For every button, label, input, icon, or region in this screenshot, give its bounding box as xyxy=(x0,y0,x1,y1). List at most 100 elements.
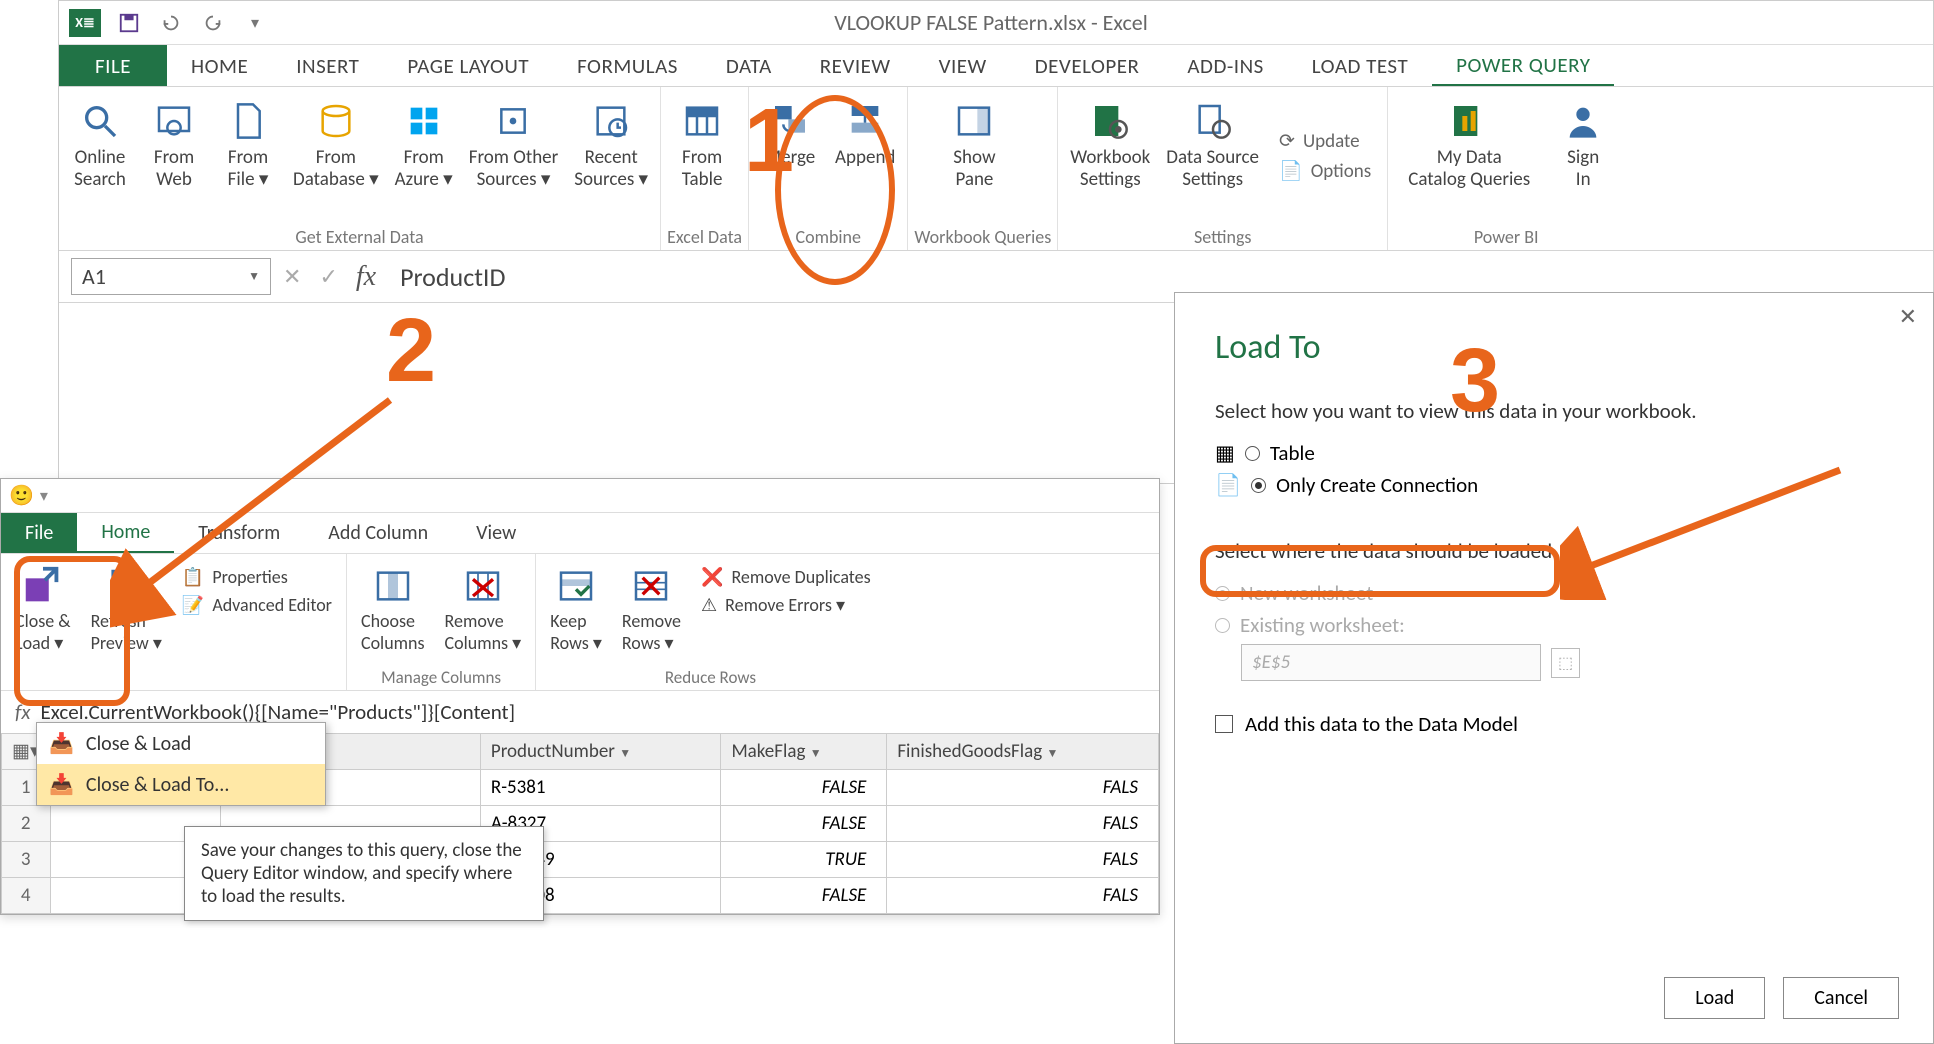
close-icon[interactable]: ✕ xyxy=(1899,303,1917,330)
tab-addins[interactable]: ADD-INS xyxy=(1163,45,1287,86)
from-web-button[interactable]: From Web xyxy=(139,91,209,222)
update-icon: ⟳ xyxy=(1279,130,1295,153)
checkbox-add-model[interactable] xyxy=(1215,715,1233,733)
name-box[interactable]: A1▼ xyxy=(71,258,271,295)
remove-columns-icon xyxy=(463,562,503,610)
keep-rows-button[interactable]: Keep Rows ▾ xyxy=(544,558,608,658)
keep-rows-icon xyxy=(556,562,596,610)
file-icon xyxy=(228,95,268,147)
data-source-settings-button[interactable]: Data Source Settings xyxy=(1160,91,1265,222)
recent-sources-button[interactable]: Recent Sources ▾ xyxy=(568,91,654,222)
excel-logo-icon: X≣ xyxy=(69,9,101,37)
remove-dup-icon: ❌ xyxy=(701,566,723,588)
qe-group-reduce-rows: Reduce Rows xyxy=(544,665,876,690)
show-pane-label: Show Pane xyxy=(953,147,995,191)
from-azure-button[interactable]: From Azure ▾ xyxy=(389,91,459,222)
annotation-1-number: 1 xyxy=(744,90,794,193)
search-icon xyxy=(80,95,120,147)
data-source-icon xyxy=(1193,95,1233,147)
from-other-button[interactable]: From Other Sources ▾ xyxy=(463,91,565,222)
title-bar: X≣ ▾ VLOOKUP FALSE Pattern.xlsx - Excel xyxy=(59,1,1933,45)
annotation-2-number: 2 xyxy=(386,300,436,403)
from-table-button[interactable]: From Table xyxy=(667,91,737,222)
qe-tab-file[interactable]: File xyxy=(1,513,77,553)
group-excel-data: Excel Data xyxy=(667,222,742,250)
qe-group-manage-cols: Manage Columns xyxy=(355,665,527,690)
show-pane-button[interactable]: Show Pane xyxy=(914,91,1034,222)
remove-err-icon: ⚠ xyxy=(701,594,717,616)
opt-existing-worksheet-row: Existing worksheet: xyxy=(1215,612,1893,638)
range-picker-icon: ⬚ xyxy=(1551,648,1580,678)
table-small-icon: ▦ xyxy=(1215,440,1235,466)
group-settings: Settings xyxy=(1064,222,1381,250)
annotation-3-arrow xyxy=(1560,460,1860,600)
cell-ref-input xyxy=(1241,644,1541,681)
radio-table[interactable] xyxy=(1245,446,1260,461)
tab-power-query[interactable]: POWER QUERY xyxy=(1432,45,1614,86)
tab-formulas[interactable]: FORMULAS xyxy=(553,45,702,86)
pane-icon xyxy=(954,95,994,147)
sign-in-button[interactable]: Sign In xyxy=(1548,91,1618,222)
close-load-to-item[interactable]: 📥 Close & Load To... xyxy=(37,764,325,805)
remove-rows-button[interactable]: Remove Rows ▾ xyxy=(616,558,687,658)
accept-formula-icon[interactable]: ✓ xyxy=(319,263,337,290)
my-data-catalog-button[interactable]: My Data Catalog Queries xyxy=(1394,91,1544,222)
qe-tab-view[interactable]: View xyxy=(452,513,540,553)
add-to-model-row[interactable]: Add this data to the Data Model xyxy=(1215,711,1893,737)
annotation-2-arrow xyxy=(110,390,410,630)
radio-existing-worksheet xyxy=(1215,618,1230,633)
tab-home[interactable]: HOME xyxy=(167,45,272,86)
cancel-formula-icon[interactable]: ✕ xyxy=(283,263,301,290)
tab-review[interactable]: REVIEW xyxy=(796,45,915,86)
load-to-pane: ✕ Load To Select how you want to view th… xyxy=(1174,292,1934,1044)
tab-data[interactable]: DATA xyxy=(702,45,796,86)
from-file-button[interactable]: From File ▾ xyxy=(213,91,283,222)
cancel-button[interactable]: Cancel xyxy=(1783,977,1899,1019)
options-button[interactable]: 📄Options xyxy=(1279,159,1371,183)
update-button[interactable]: ⟳Update xyxy=(1279,130,1371,153)
redo-icon[interactable] xyxy=(199,9,227,37)
remove-columns-button[interactable]: Remove Columns ▾ xyxy=(439,558,528,658)
annotation-3-box xyxy=(1200,545,1560,597)
other-sources-icon xyxy=(493,95,533,147)
smiley-icon[interactable]: 🙂 xyxy=(9,483,34,508)
tab-page-layout[interactable]: PAGE LAYOUT xyxy=(383,45,553,86)
tab-file[interactable]: FILE xyxy=(59,45,167,86)
tab-developer[interactable]: DEVELOPER xyxy=(1011,45,1164,86)
database-icon xyxy=(316,95,356,147)
table-row: 2A-8327FALSEFALS xyxy=(2,806,1159,842)
from-database-label: From Database ▾ xyxy=(293,147,379,191)
group-workbook-queries: Workbook Queries xyxy=(914,222,1051,250)
online-search-button[interactable]: Online Search xyxy=(65,91,135,222)
remove-cols-label: Remove Columns ▾ xyxy=(445,610,522,654)
table-row: 44Headset Ball BearingsBE-2908FALSEFALS xyxy=(2,878,1159,914)
save-icon[interactable] xyxy=(115,9,143,37)
undo-icon[interactable] xyxy=(157,9,185,37)
keep-rows-label: Keep Rows ▾ xyxy=(550,610,602,654)
remove-duplicates-button[interactable]: ❌Remove Duplicates xyxy=(701,566,871,588)
load-to-title: Load To xyxy=(1215,327,1893,368)
col-productnumber[interactable]: ProductNumber ▼ xyxy=(480,734,721,770)
from-other-label: From Other Sources ▾ xyxy=(469,147,559,191)
col-makeflag[interactable]: MakeFlag ▼ xyxy=(721,734,887,770)
close-load-item-icon: 📥 xyxy=(49,731,74,756)
from-database-button[interactable]: From Database ▾ xyxy=(287,91,385,222)
fx-icon[interactable]: fx xyxy=(356,261,376,293)
tab-view[interactable]: VIEW xyxy=(915,45,1011,86)
tab-load-test[interactable]: LOAD TEST xyxy=(1288,45,1432,86)
workbook-settings-button[interactable]: Workbook Settings xyxy=(1064,91,1156,222)
workbook-settings-icon xyxy=(1090,95,1130,147)
formula-content[interactable]: ProductID xyxy=(376,261,505,293)
close-load-item[interactable]: 📥 Close & Load xyxy=(37,723,325,764)
qat-dropdown-icon[interactable]: ▾ xyxy=(241,9,269,37)
table-row: 33BB Ball BearingBE-2349TRUEFALS xyxy=(2,842,1159,878)
web-icon xyxy=(154,95,194,147)
load-button[interactable]: Load xyxy=(1664,977,1765,1019)
col-finishedgoods[interactable]: FinishedGoodsFlag ▼ xyxy=(887,734,1159,770)
from-file-label: From File ▾ xyxy=(228,147,269,191)
ribbon-power-query: Online Search From Web From File ▾ From … xyxy=(59,87,1933,251)
radio-connection[interactable] xyxy=(1251,478,1266,493)
remove-errors-button[interactable]: ⚠Remove Errors ▾ xyxy=(701,594,871,616)
close-load-dropdown: 📥 Close & Load 📥 Close & Load To... xyxy=(36,722,326,806)
tab-insert[interactable]: INSERT xyxy=(272,45,383,86)
